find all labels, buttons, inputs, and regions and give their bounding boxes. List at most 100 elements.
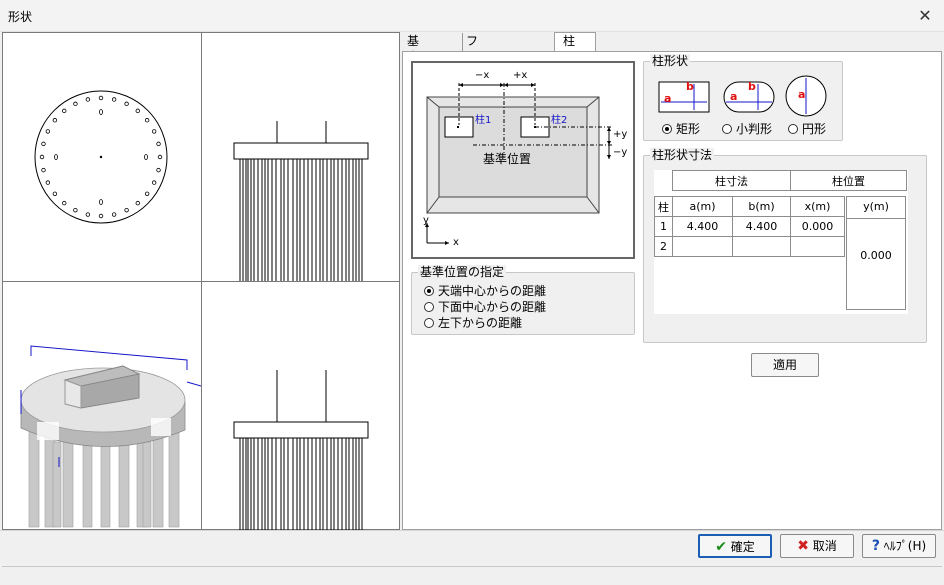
header-a: a(m) <box>672 196 733 217</box>
pile-mark <box>151 180 157 185</box>
cell-x[interactable]: 0.000 <box>790 216 845 237</box>
pile-mark <box>151 129 157 134</box>
3d-view[interactable] <box>3 282 201 530</box>
dimensions-grid[interactable]: 柱寸法 柱位置 柱 a(m) b(m) x(m) 1 4.400 4.400 0… <box>654 170 908 314</box>
radio-off-icon <box>788 124 798 134</box>
pile-mark <box>62 200 67 206</box>
check-icon: ✔ <box>715 539 727 555</box>
pile-mark <box>144 118 150 123</box>
reference-diagram: −x +x 柱1 柱2 +y −y 基準位置 y x <box>411 61 635 259</box>
radio-top-center[interactable]: 天端中心からの距離 <box>424 284 546 298</box>
cell-b[interactable]: 4.400 <box>732 216 791 237</box>
radio-off-icon <box>722 124 732 134</box>
radio-on-icon <box>424 286 434 296</box>
pile-mark <box>73 207 78 213</box>
pile-mark <box>52 191 58 196</box>
radio-bottom-left[interactable]: 左下からの距離 <box>424 316 522 330</box>
pile-mark <box>45 180 51 185</box>
radio-off-icon <box>424 302 434 312</box>
radio-off-icon <box>424 318 434 328</box>
oval-b-label: b <box>748 80 756 93</box>
pile-mark <box>99 199 103 205</box>
radio-circle[interactable]: 円形 <box>788 122 826 136</box>
pile-lines <box>239 159 363 281</box>
cancel-button[interactable]: ✖ 取消 <box>780 534 854 558</box>
radio-oval[interactable]: 小判形 <box>722 122 772 136</box>
pile-mark <box>52 118 58 123</box>
header-b: b(m) <box>732 196 791 217</box>
plan-view[interactable] <box>3 33 201 281</box>
group-header-size: 柱寸法 <box>672 170 791 191</box>
column-shape-group: 柱形状 a b a b a 矩形 小判形 円形 <box>643 54 843 141</box>
pile-mark <box>45 129 51 134</box>
axis-y-label: y <box>423 215 429 226</box>
pile-mark <box>41 141 46 147</box>
pile-mark <box>135 108 140 114</box>
pile-mark <box>98 95 104 101</box>
cell-b[interactable] <box>732 236 791 257</box>
pile-mark <box>156 167 161 173</box>
plus-y-label: +y <box>613 129 628 140</box>
cell-y[interactable]: 0.000 <box>847 249 905 263</box>
pile-lines <box>239 438 363 530</box>
tab-basic-conditions[interactable]: 基本条件 <box>404 33 422 96</box>
title-bar: 形状 ✕ <box>0 0 944 32</box>
pile-mark <box>99 109 103 115</box>
axis-x-label: x <box>453 237 459 248</box>
minus-x-label: −x <box>475 70 490 81</box>
table-row: 2 <box>654 236 845 257</box>
cell-a[interactable] <box>672 236 733 257</box>
reference-position-group: 基準位置の指定 天端中心からの距離 下面中心からの距離 左下からの距離 <box>411 265 635 335</box>
status-bar <box>2 566 942 583</box>
row-no: 1 <box>654 216 673 237</box>
pile-mark <box>124 101 129 107</box>
radio-bottom-center[interactable]: 下面中心からの距離 <box>424 300 546 314</box>
apply-button[interactable]: 適用 <box>751 353 819 377</box>
radio-rectangle[interactable]: 矩形 <box>662 122 700 136</box>
elevation-view-1[interactable] <box>202 33 400 281</box>
tab-footing-shape[interactable]: フーチング形状 <box>462 33 481 144</box>
pile-mark <box>85 97 91 102</box>
column-dimensions-group: 柱形状寸法 柱寸法 柱位置 柱 a(m) b(m) x(m) 1 4.400 4… <box>643 148 927 343</box>
window-title: 形状 <box>8 10 33 24</box>
shape-icons <box>658 75 827 117</box>
y-column[interactable]: y(m) 0.000 <box>846 196 906 310</box>
col1-label: 柱1 <box>475 115 492 126</box>
pile-mark <box>54 154 58 160</box>
group-header-position: 柱位置 <box>790 170 907 191</box>
header-column-no: 柱 <box>654 196 673 217</box>
table-row: 1 4.400 4.400 0.000 <box>654 216 845 237</box>
circle-a-label: a <box>798 88 806 101</box>
pile-mark <box>144 154 148 160</box>
pile-mark <box>111 212 117 217</box>
column-dimensions-title: 柱形状寸法 <box>650 148 715 162</box>
cancel-x-icon: ✖ <box>797 538 809 554</box>
column-shape-title: 柱形状 <box>650 54 691 68</box>
reference-position-title: 基準位置の指定 <box>418 265 507 279</box>
reference-position-label: 基準位置 <box>483 152 532 166</box>
help-button[interactable]: ? ﾍﾙﾌﾟ(H) <box>862 534 936 558</box>
tab-column[interactable]: 柱 <box>554 32 596 52</box>
view-area[interactable] <box>2 32 400 530</box>
pile-mark <box>156 141 161 147</box>
row-no: 2 <box>654 236 673 257</box>
oval-a-label: a <box>730 90 738 103</box>
cell-a[interactable]: 4.400 <box>672 216 733 237</box>
pile-mark <box>157 154 163 160</box>
header-x: x(m) <box>790 196 845 217</box>
pile-mark <box>39 154 45 160</box>
close-icon[interactable]: ✕ <box>914 5 936 27</box>
pile-mark <box>41 167 46 173</box>
cell-x[interactable] <box>790 236 845 257</box>
header-y: y(m) <box>847 197 905 219</box>
ok-button[interactable]: ✔ 確定 <box>698 534 772 558</box>
radio-on-icon <box>662 124 672 134</box>
col2-label: 柱2 <box>551 115 568 126</box>
minus-y-label: −y <box>613 147 628 158</box>
rect-b-label: b <box>686 80 694 93</box>
column-panel: −x +x 柱1 柱2 +y −y 基準位置 y x 基準位置の指定 天端中心か… <box>402 51 942 530</box>
pile-mark <box>144 191 150 196</box>
pile-mark <box>124 207 129 213</box>
elevation-view-2[interactable] <box>202 282 400 530</box>
pile-mark <box>98 213 104 219</box>
